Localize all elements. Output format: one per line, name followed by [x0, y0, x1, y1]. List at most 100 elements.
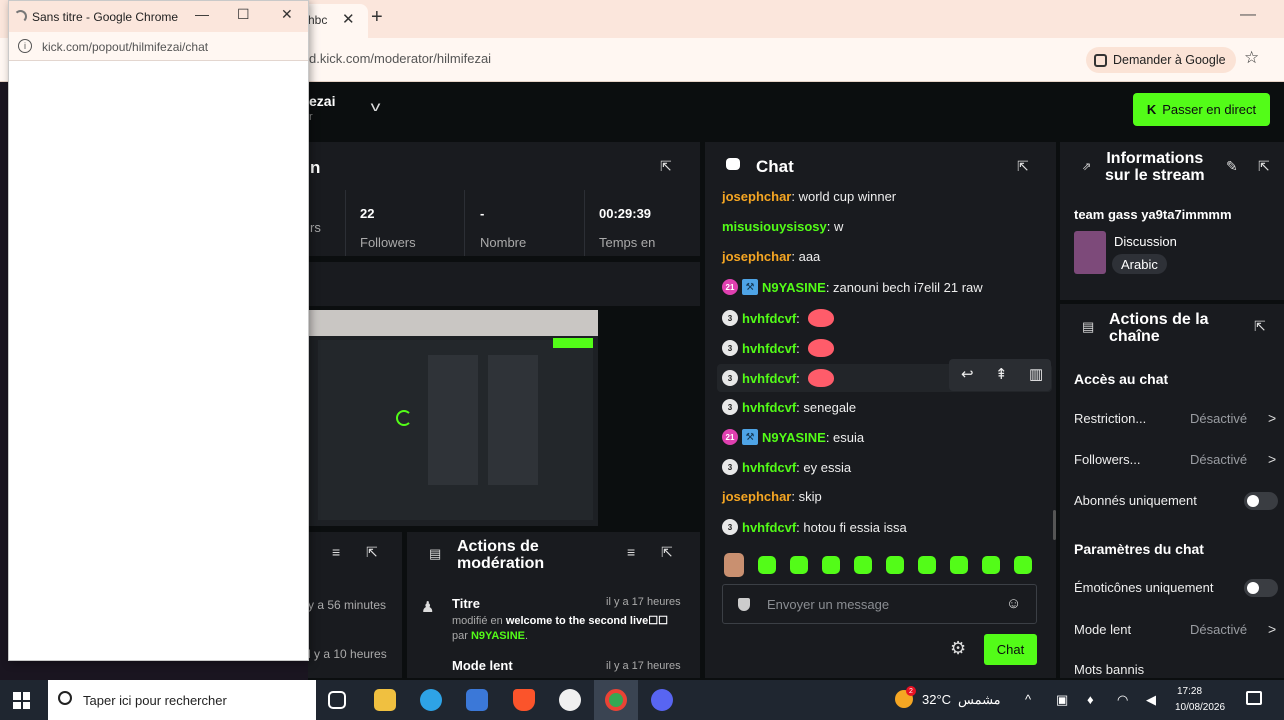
notification-center-icon[interactable]	[1246, 691, 1262, 705]
chat-message[interactable]: misusiouysisosy: w	[722, 219, 843, 234]
chat-send-button[interactable]: Chat	[984, 634, 1037, 665]
discord-icon[interactable]	[651, 689, 673, 711]
chat-username[interactable]: josephchar	[722, 249, 791, 264]
popout-icon[interactable]: ⇱	[1254, 318, 1266, 335]
chat-username[interactable]: hvhfdcvf	[742, 341, 796, 356]
reply-icon[interactable]: ↩	[961, 365, 974, 383]
emotes-only-toggle[interactable]	[1244, 579, 1278, 597]
taskbar-search-placeholder[interactable]: Taper ici pour rechercher	[83, 693, 227, 708]
chat-message[interactable]: 3 hvhfdcvf: hotou fi essia issa	[722, 519, 907, 535]
chat-username[interactable]: hvhfdcvf	[742, 460, 796, 475]
chat-username[interactable]: hvhfdcvf	[742, 311, 796, 326]
volume-icon[interactable]: ◀	[1146, 692, 1156, 708]
emote-icon[interactable]	[1014, 556, 1032, 574]
tray-app-icon[interactable]: ▣	[1056, 692, 1068, 708]
emote-icon[interactable]	[886, 556, 904, 574]
minimize-button[interactable]: —	[195, 6, 209, 22]
emote-icon[interactable]	[807, 369, 834, 387]
chat-username[interactable]: N9YASINE	[762, 280, 826, 295]
chat-username[interactable]: josephchar	[722, 489, 791, 504]
emote-icon[interactable]	[822, 556, 840, 574]
popup-address-bar[interactable]: i kick.com/popout/hilmifezai/chat	[9, 32, 308, 61]
chat-message[interactable]: 3 hvhfdcvf:	[722, 369, 834, 387]
popout-icon[interactable]: ⇱	[661, 544, 673, 561]
chat-username[interactable]: hvhfdcvf	[742, 520, 796, 535]
delete-icon[interactable]: ▥	[1029, 365, 1043, 383]
popout-icon[interactable]: ⇱	[660, 158, 672, 175]
app-icon[interactable]	[559, 689, 581, 711]
chevron-right-icon[interactable]: >	[1268, 410, 1276, 426]
emote-avatar-icon[interactable]	[724, 553, 744, 577]
popup-titlebar[interactable]: Sans titre - Google Chrome — ☐ ✕	[9, 1, 308, 32]
maximize-button[interactable]: ☐	[237, 6, 250, 23]
emote-icon[interactable]	[918, 556, 936, 574]
followers-label[interactable]: Followers...	[1074, 452, 1140, 467]
popout-icon[interactable]: ⇱	[366, 544, 378, 561]
chat-message[interactable]: 3 hvhfdcvf:	[722, 339, 834, 357]
chat-scrollbar[interactable]	[1053, 510, 1056, 540]
slow-mode-label[interactable]: Mode lent	[1074, 622, 1131, 637]
popup-url[interactable]: kick.com/popout/hilmifezai/chat	[42, 40, 208, 54]
address-url[interactable]: d.kick.com/moderator/hilmifezai	[309, 51, 491, 66]
windows-start-icon[interactable]	[13, 692, 30, 709]
chat-message[interactable]: 3 hvhfdcvf: senegale	[722, 399, 856, 415]
chat-message[interactable]: josephchar: world cup winner	[722, 189, 896, 204]
banned-words-label[interactable]: Mots bannis	[1074, 662, 1144, 677]
chat-username[interactable]: misusiouysisosy	[722, 219, 827, 234]
filter-icon[interactable]: ≡	[627, 544, 635, 560]
edge-icon[interactable]	[420, 689, 442, 711]
restriction-label[interactable]: Restriction...	[1074, 411, 1146, 426]
chat-username[interactable]: hvhfdcvf	[742, 371, 796, 386]
wifi-icon[interactable]: ◠	[1117, 692, 1128, 708]
microphone-icon[interactable]: ♦	[1087, 692, 1094, 707]
emoji-picker-icon[interactable]: ☺	[1006, 595, 1021, 612]
brave-icon[interactable]	[513, 689, 535, 711]
chat-message[interactable]: 21 ⚒ N9YASINE: zanouni bech i7elil 21 raw	[722, 279, 983, 295]
stream-preview-video[interactable]	[308, 310, 598, 526]
close-button[interactable]: ✕	[281, 6, 293, 23]
gear-icon[interactable]: ⚙	[950, 638, 966, 659]
subs-only-toggle[interactable]	[1244, 492, 1278, 510]
edit-pencil-icon[interactable]: ✎	[1226, 158, 1238, 175]
chat-message[interactable]: 21 ⚒ N9YASINE: esuia	[722, 429, 864, 445]
pin-icon[interactable]: ⇞	[995, 365, 1008, 383]
clock-date[interactable]: 10/08/2026	[1175, 702, 1225, 713]
chevron-right-icon[interactable]: >	[1268, 621, 1276, 637]
tab-close-icon[interactable]: ✕	[342, 10, 355, 28]
bookmark-star-icon[interactable]: ☆	[1244, 48, 1259, 68]
chat-username[interactable]: N9YASINE	[762, 430, 826, 445]
channel-name[interactable]: ezai	[309, 93, 335, 109]
chrome-icon[interactable]	[605, 689, 627, 711]
emote-icon[interactable]	[854, 556, 872, 574]
window-minimize-button[interactable]: —	[1240, 6, 1256, 24]
emote-icon[interactable]	[807, 309, 834, 327]
stream-category[interactable]: Discussion	[1114, 234, 1177, 249]
chat-message[interactable]: 3 hvhfdcvf: ey essia	[722, 459, 851, 475]
weather-temperature[interactable]: 32°C	[922, 692, 951, 707]
mail-icon[interactable]	[466, 689, 488, 711]
emote-icon[interactable]	[790, 556, 808, 574]
desc-user[interactable]: N9YASINE	[471, 630, 525, 642]
popout-icon[interactable]: ⇱	[1258, 158, 1270, 175]
chat-message[interactable]: 3 hvhfdcvf:	[722, 309, 834, 327]
emote-icon[interactable]	[982, 556, 1000, 574]
file-explorer-icon[interactable]	[374, 689, 396, 711]
emote-icon[interactable]	[758, 556, 776, 574]
site-info-icon[interactable]: i	[18, 39, 32, 53]
emote-icon[interactable]	[807, 339, 834, 357]
go-live-button[interactable]: K Passer en direct	[1133, 93, 1270, 126]
chat-message-input[interactable]: Envoyer un message ☺	[722, 584, 1037, 624]
emote-icon[interactable]	[950, 556, 968, 574]
chevron-up-icon[interactable]: ^	[1025, 692, 1031, 707]
filter-icon[interactable]: ≡	[332, 544, 340, 560]
chat-message[interactable]: josephchar: aaa	[722, 249, 820, 264]
new-tab-button[interactable]: +	[371, 6, 383, 29]
taskbar-search-box[interactable]: Taper ici pour rechercher	[48, 680, 316, 720]
weather-condition[interactable]: مشمس	[958, 692, 1001, 708]
chevron-right-icon[interactable]: >	[1268, 451, 1276, 467]
chat-message[interactable]: josephchar: skip	[722, 489, 822, 504]
clock-time[interactable]: 17:28	[1177, 686, 1202, 697]
chat-username[interactable]: hvhfdcvf	[742, 400, 796, 415]
popout-icon[interactable]: ⇱	[1017, 158, 1029, 175]
chevron-down-icon[interactable]: v	[371, 98, 381, 114]
